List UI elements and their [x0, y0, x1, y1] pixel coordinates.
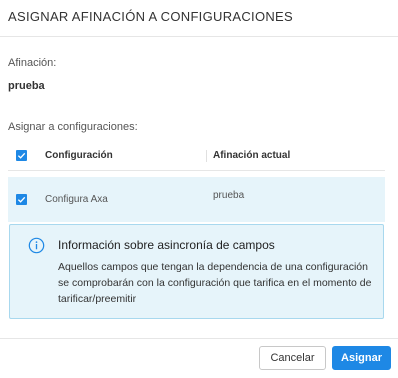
check-icon	[17, 196, 26, 203]
configurations-table: Configuración Afinación actual Configura…	[8, 141, 385, 222]
assign-configurations-label: Asignar a configuraciones:	[8, 121, 138, 133]
dialog-header: ASIGNAR AFINACIÓN A CONFIGURACIONES	[0, 0, 398, 37]
dialog-footer: Cancelar Asignar	[0, 338, 398, 378]
column-divider	[206, 150, 207, 162]
dialog-title: ASIGNAR AFINACIÓN A CONFIGURACIONES	[8, 9, 293, 24]
cell-afinacion-actual: prueba	[213, 190, 245, 201]
info-body: Aquellos campos que tengan la dependenci…	[58, 261, 372, 305]
cell-configuracion: Configura Axa	[45, 194, 108, 205]
check-icon	[17, 152, 26, 159]
column-header-configuracion[interactable]: Configuración	[45, 150, 113, 161]
assign-dialog: ASIGNAR AFINACIÓN A CONFIGURACIONES Afin…	[0, 0, 398, 378]
cancel-button[interactable]: Cancelar	[259, 346, 326, 370]
afinacion-value: prueba	[8, 80, 45, 92]
info-panel: Información sobre asincronía de campos A…	[9, 224, 384, 319]
column-header-afinacion-actual[interactable]: Afinación actual	[213, 150, 290, 161]
row-checkbox[interactable]	[16, 194, 27, 205]
select-all-checkbox[interactable]	[16, 150, 27, 161]
table-row[interactable]: Configura Axa prueba	[8, 177, 385, 222]
table-header: Configuración Afinación actual	[8, 141, 385, 171]
afinacion-label: Afinación:	[8, 57, 57, 69]
info-title: Información sobre asincronía de campos	[58, 238, 275, 252]
assign-button[interactable]: Asignar	[332, 346, 391, 370]
info-circle-icon	[28, 237, 45, 254]
